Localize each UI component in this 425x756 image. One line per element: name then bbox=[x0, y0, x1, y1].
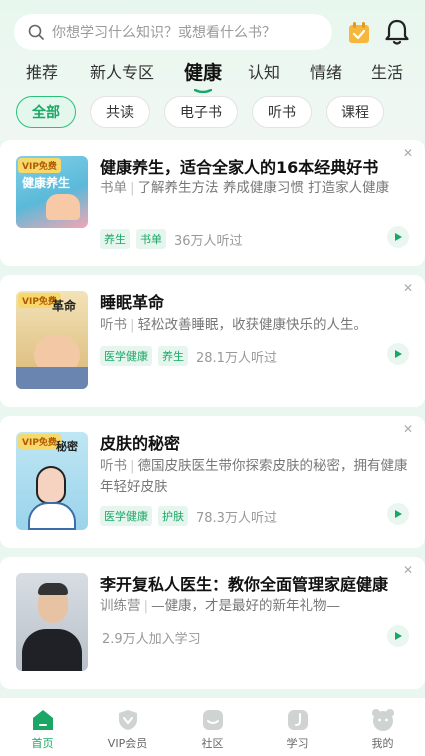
content-card[interactable]: ✕ 李开复私人医生：教你全面管理家庭健康 训练营 | —健康，才是最好的新年礼物— … bbox=[0, 557, 425, 689]
photo-hair bbox=[38, 583, 68, 595]
filter-all[interactable]: 全部 bbox=[16, 96, 76, 128]
tab-home[interactable]: 首页 bbox=[0, 698, 85, 756]
close-icon[interactable]: ✕ bbox=[403, 146, 413, 160]
cover-image: VIP免费 秘密 bbox=[16, 432, 88, 530]
tab-cognition[interactable]: 认知 bbox=[248, 58, 280, 88]
play-button[interactable] bbox=[387, 625, 409, 647]
card-description: 书单 | 了解养生方法 养成健康习惯 打造家人健康 bbox=[100, 180, 390, 196]
content-card[interactable]: ✕ VIP免费 革命 睡眠革命 听书 | 轻松改善睡眠，收获健康快乐的人生。 医学健… bbox=[0, 275, 425, 407]
card-meta: 2.9万人加入学习 bbox=[100, 628, 201, 647]
search-placeholder: 你想学习什么知识？或想看什么书？ bbox=[52, 25, 276, 41]
close-icon[interactable]: ✕ bbox=[403, 422, 413, 436]
tag: 护肤 bbox=[158, 506, 188, 526]
cover-coat bbox=[28, 502, 76, 530]
tab-health[interactable]: 健康 bbox=[184, 58, 222, 88]
learning-icon bbox=[287, 710, 308, 730]
card-title: 健康养生，适合全家人的16本经典好书 bbox=[100, 158, 379, 177]
checkin-calendar-icon[interactable] bbox=[348, 22, 370, 44]
tab-emotion[interactable]: 情绪 bbox=[310, 58, 342, 88]
cover-figure bbox=[36, 466, 66, 504]
filter-coread[interactable]: 共读 bbox=[90, 96, 150, 128]
filter-ebook[interactable]: 电子书 bbox=[164, 96, 238, 128]
card-meta: 医学健康 护肤 78.3万人听过 bbox=[100, 506, 277, 526]
card-description: 训练营 | —健康，才是最好的新年礼物— bbox=[100, 598, 341, 614]
home-icon bbox=[32, 710, 53, 730]
card-meta: 养生 书单 36万人听过 bbox=[100, 229, 243, 249]
search-icon bbox=[28, 24, 44, 40]
tag: 医学健康 bbox=[100, 506, 152, 526]
cover-blanket bbox=[16, 367, 88, 389]
tab-me[interactable]: 我的 bbox=[340, 698, 425, 756]
card-title: 睡眠革命 bbox=[100, 293, 165, 312]
play-icon bbox=[395, 350, 402, 358]
card-title: 皮肤的秘密 bbox=[100, 434, 181, 453]
card-description: 听书 | 轻松改善睡眠，收获健康快乐的人生。 bbox=[100, 317, 368, 333]
bell-icon[interactable] bbox=[384, 18, 410, 46]
play-button[interactable] bbox=[387, 226, 409, 248]
active-tab-indicator bbox=[194, 89, 212, 93]
tab-newcomer[interactable]: 新人专区 bbox=[90, 58, 154, 88]
photo-suit bbox=[22, 629, 82, 671]
tag: 医学健康 bbox=[100, 346, 152, 366]
play-icon bbox=[395, 233, 402, 241]
learner-count: 2.9万人加入学习 bbox=[102, 632, 201, 647]
tab-recommend[interactable]: 推荐 bbox=[26, 58, 58, 88]
listen-count: 28.1万人听过 bbox=[196, 350, 277, 366]
close-icon[interactable]: ✕ bbox=[403, 563, 413, 577]
filter-audiobook[interactable]: 听书 bbox=[252, 96, 312, 128]
card-description: 听书 | 德国皮肤医生带你探索皮肤的秘密，拥有健康年轻好皮肤 bbox=[100, 458, 408, 495]
content-card[interactable]: ✕ VIP免费 健康养生 健康养生，适合全家人的16本经典好书 书单 | 了解养生方… bbox=[0, 140, 425, 266]
cover-image: VIP免费 健康养生 bbox=[16, 156, 88, 228]
play-icon bbox=[395, 510, 402, 518]
filter-course[interactable]: 课程 bbox=[326, 96, 384, 128]
play-button[interactable] bbox=[387, 343, 409, 365]
card-title: 李开复私人医生：教你全面管理家庭健康 bbox=[100, 575, 389, 594]
play-button[interactable] bbox=[387, 503, 409, 525]
community-icon bbox=[202, 710, 223, 730]
tab-vip[interactable]: VIP会员 bbox=[85, 698, 170, 756]
tag: 养生 bbox=[100, 229, 130, 249]
cover-figure bbox=[46, 194, 80, 220]
play-icon bbox=[395, 632, 402, 640]
instructor-photo bbox=[16, 573, 88, 671]
tab-learning[interactable]: 学习 bbox=[255, 698, 340, 756]
vip-badge: VIP免费 bbox=[18, 158, 61, 173]
tag: 书单 bbox=[136, 229, 166, 249]
tab-community[interactable]: 社区 bbox=[170, 698, 255, 756]
cover-title: 健康养生 bbox=[22, 176, 71, 190]
bear-avatar-icon bbox=[371, 709, 394, 731]
vip-badge: VIP免费 bbox=[18, 434, 61, 449]
listen-count: 78.3万人听过 bbox=[196, 510, 277, 526]
card-meta: 医学健康 养生 28.1万人听过 bbox=[100, 346, 277, 366]
cover-image: VIP免费 革命 bbox=[16, 291, 88, 389]
vip-shield-icon bbox=[118, 710, 137, 730]
tag: 养生 bbox=[158, 346, 188, 366]
cover-title: 革命 bbox=[52, 299, 77, 313]
close-icon[interactable]: ✕ bbox=[403, 281, 413, 295]
content-card[interactable]: ✕ VIP免费 秘密 皮肤的秘密 听书 | 德国皮肤医生带你探索皮肤的秘密，拥有健康… bbox=[0, 416, 425, 548]
filter-chips: 全部 共读 电子书 听书 课程 bbox=[0, 96, 425, 130]
tab-life[interactable]: 生活 bbox=[371, 58, 403, 88]
cover-title: 秘密 bbox=[56, 440, 78, 453]
category-tabs: 推荐 新人专区 健康 认知 情绪 生活 bbox=[0, 58, 425, 88]
search-bar[interactable]: 你想学习什么知识？或想看什么书？ bbox=[14, 14, 332, 50]
listen-count: 36万人听过 bbox=[174, 233, 243, 249]
bottom-tab-bar: 首页 VIP会员 社区 学习 我的 bbox=[0, 698, 425, 756]
